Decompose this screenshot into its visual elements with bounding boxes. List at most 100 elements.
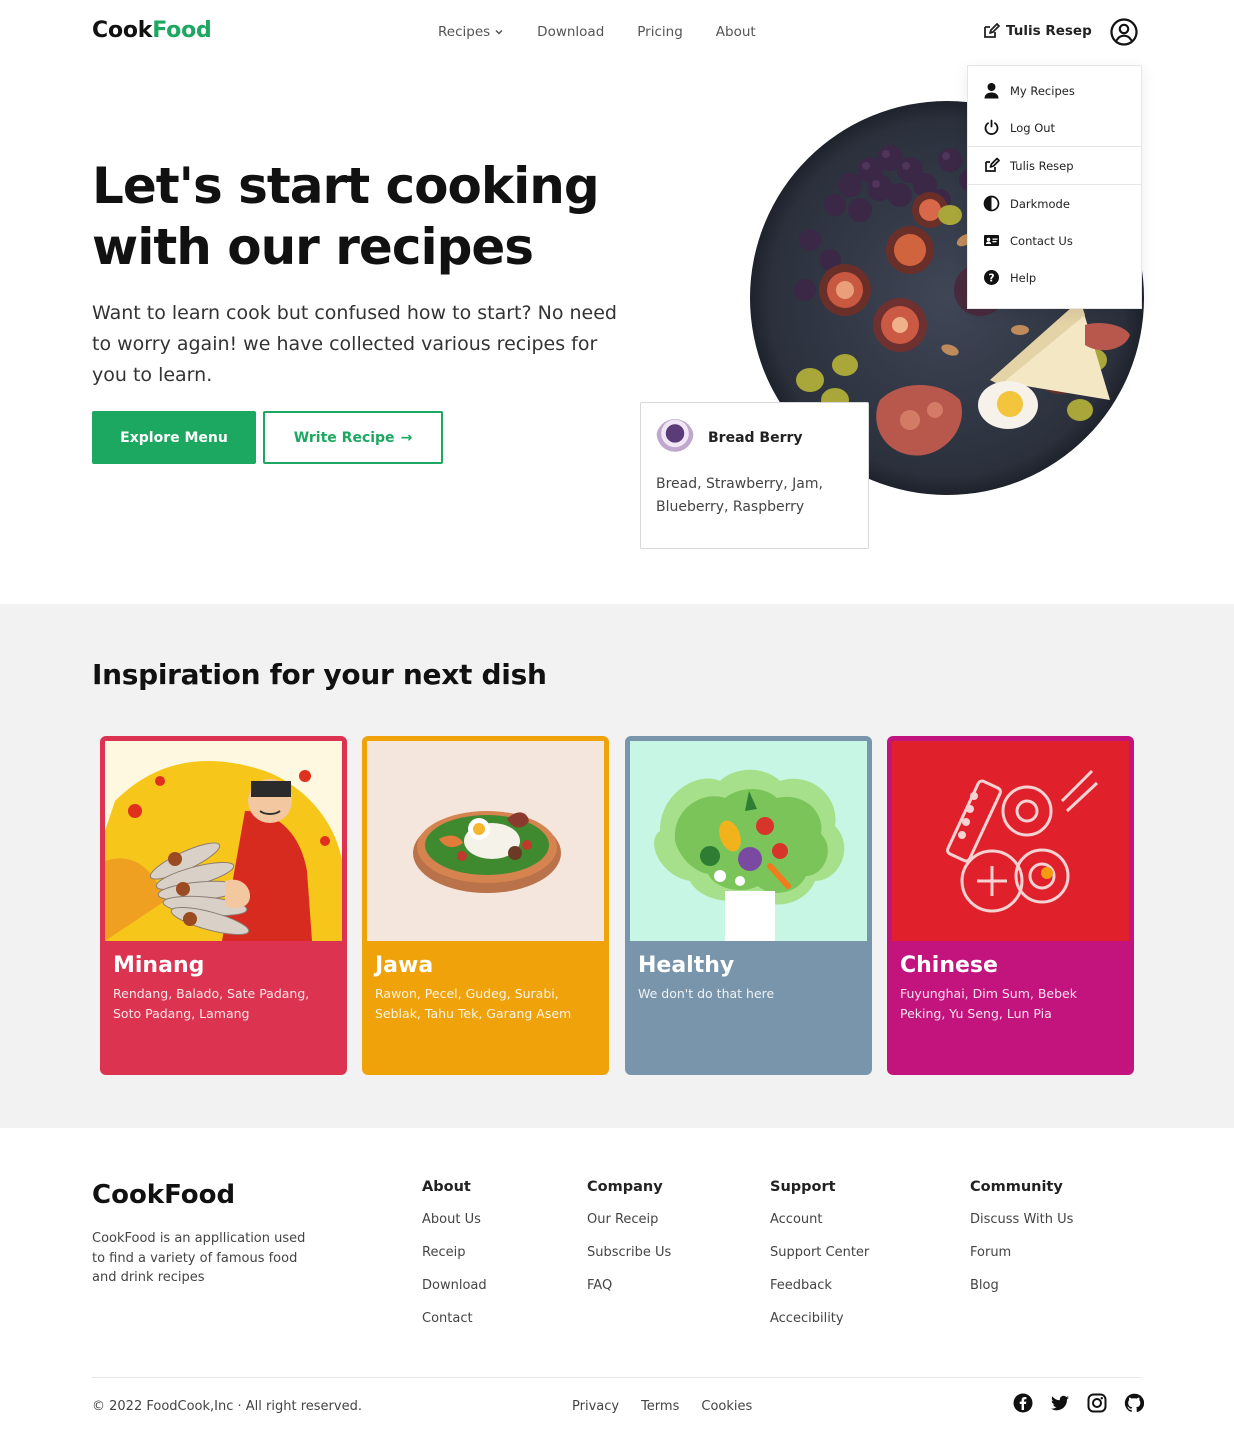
recipe-ingredients: Bread, Strawberry, Jam, Blueberry, Raspb… — [656, 476, 823, 515]
nav-link-pricing[interactable]: Pricing — [637, 24, 683, 40]
menu-item-help[interactable]: ? Help — [968, 259, 1141, 296]
nav-link-download[interactable]: Download — [537, 24, 604, 40]
contact-card-icon — [984, 235, 999, 246]
category-name: Minang — [113, 953, 205, 978]
logo-part-cook: Cook — [92, 18, 153, 43]
twitter-icon[interactable] — [1050, 1393, 1070, 1413]
chevron-down-icon — [495, 29, 503, 35]
power-icon — [984, 119, 999, 135]
footer-link[interactable]: Support Center — [770, 1245, 869, 1261]
category-card-minang[interactable]: Minang Rendang, Balado, Sate Padang, Sot… — [100, 736, 347, 1075]
category-name: Chinese — [900, 953, 998, 978]
social-links — [1013, 1393, 1144, 1413]
footer-column-title: Support — [770, 1179, 836, 1195]
category-description: We don't do that here — [638, 986, 775, 1001]
hero-title: Let's start cooking with our recipes — [92, 156, 600, 278]
cookies-link[interactable]: Cookies — [701, 1399, 752, 1414]
menu-item-tulis-resep-label: Tulis Resep — [1010, 158, 1074, 173]
footer-link[interactable]: Accecibility — [770, 1311, 869, 1327]
menu-item-help-label: Help — [1010, 270, 1037, 285]
user-dropdown-menu: My Recipes Log Out Tulis Resep Darkmode … — [967, 65, 1142, 309]
footer-link[interactable]: Subscribe Us — [587, 1245, 671, 1261]
category-name: Healthy — [638, 953, 735, 978]
explore-menu-button[interactable]: Explore Menu — [92, 411, 256, 464]
footer-link[interactable]: About Us — [422, 1212, 487, 1228]
footer-column-community: Community Discuss With Us Forum Blog — [970, 1179, 1073, 1311]
footer-link[interactable]: Download — [422, 1278, 487, 1294]
nav-link-about[interactable]: About — [716, 24, 756, 40]
category-card-healthy[interactable]: Healthy We don't do that here — [625, 736, 872, 1075]
edit-icon — [985, 157, 1000, 172]
logo-part-food: Food — [152, 18, 212, 43]
footer-link[interactable]: FAQ — [587, 1278, 671, 1294]
menu-item-contact-us[interactable]: Contact Us — [968, 222, 1141, 259]
nav-link-recipes[interactable]: Recipes — [438, 24, 504, 40]
logo[interactable]: CookFood — [92, 18, 212, 43]
recipe-name: Bread Berry — [708, 430, 803, 446]
category-image-healthy — [630, 741, 867, 941]
write-recipe-button[interactable]: Write Recipe → — [263, 411, 443, 464]
category-image-jawa — [367, 741, 604, 941]
category-card-chinese[interactable]: Chinese Fuyunghai, Dim Sum, Bebek Peking… — [887, 736, 1134, 1075]
hero-title-line-2: with our recipes — [92, 218, 534, 276]
footer-description: CookFood is an appllication used to find… — [92, 1231, 306, 1285]
category-name: Jawa — [375, 953, 434, 978]
inspiration-section: Inspiration for your next dish Minang Re… — [0, 604, 1234, 1128]
edit-icon — [984, 23, 1000, 38]
inspiration-title: Inspiration for your next dish — [92, 658, 547, 691]
footer-column-title: Community — [970, 1179, 1063, 1195]
footer-link[interactable]: Contact — [422, 1311, 487, 1327]
category-description: Rendang, Balado, Sate Padang, Soto Padan… — [113, 986, 310, 1021]
footer-link[interactable]: Blog — [970, 1278, 1073, 1294]
footer-logo[interactable]: CookFood — [92, 1180, 235, 1210]
category-image-minang — [105, 741, 342, 941]
arrow-right-icon: → — [400, 429, 413, 446]
nav-link-recipes-label: Recipes — [438, 24, 491, 40]
category-card-jawa[interactable]: Jawa Rawon, Pecel, Gudeg, Surabi, Seblak… — [362, 736, 609, 1075]
user-icon — [984, 83, 999, 99]
category-description: Rawon, Pecel, Gudeg, Surabi, Seblak, Tah… — [375, 986, 572, 1021]
footer-link[interactable]: Our Receip — [587, 1212, 671, 1228]
menu-item-tulis-resep[interactable]: Tulis Resep — [968, 147, 1141, 184]
category-image-chinese — [892, 741, 1129, 941]
footer-link[interactable]: Discuss With Us — [970, 1212, 1073, 1228]
top-navbar: CookFood Recipes Download Pricing About … — [0, 0, 1234, 64]
hero-title-line-1: Let's start cooking — [92, 157, 600, 215]
footer-link[interactable]: Forum — [970, 1245, 1073, 1261]
user-menu-button[interactable] — [1110, 18, 1138, 46]
footer-link[interactable]: Receip — [422, 1245, 487, 1261]
write-recipe-nav-link[interactable]: Tulis Resep — [982, 22, 1092, 40]
recipe-thumbnail — [656, 419, 694, 457]
menu-item-log-out[interactable]: Log Out — [968, 109, 1141, 146]
footer-column-title: Company — [587, 1179, 663, 1195]
question-circle-icon: ? — [984, 270, 999, 285]
footer-divider — [92, 1377, 1142, 1378]
footer-column-company: Company Our Receip Subscribe Us FAQ — [587, 1179, 671, 1311]
write-recipe-nav-label: Tulis Resep — [1006, 23, 1092, 39]
svg-text:?: ? — [988, 272, 994, 284]
copyright-text: © 2022 FoodCook,Inc · All right reserved… — [92, 1399, 362, 1414]
featured-recipe-card[interactable]: Bread Berry Bread, Strawberry, Jam, Blue… — [640, 402, 869, 549]
footer-column-support: Support Account Support Center Feedback … — [770, 1179, 869, 1344]
instagram-icon[interactable] — [1087, 1393, 1107, 1413]
legal-links: Privacy Terms Cookies — [572, 1399, 752, 1414]
recipe-card-header: Bread Berry — [656, 419, 803, 457]
footer-link[interactable]: Feedback — [770, 1278, 869, 1294]
menu-item-darkmode-label: Darkmode — [1010, 196, 1070, 211]
terms-link[interactable]: Terms — [641, 1399, 679, 1414]
facebook-icon[interactable] — [1013, 1393, 1033, 1413]
menu-item-darkmode[interactable]: Darkmode — [968, 185, 1141, 222]
menu-item-my-recipes[interactable]: My Recipes — [968, 72, 1141, 109]
contrast-icon — [983, 195, 1000, 212]
footer-column-about: About About Us Receip Download Contact — [422, 1179, 487, 1344]
footer-column-title: About — [422, 1179, 471, 1195]
user-circle-icon — [1110, 18, 1138, 46]
menu-item-my-recipes-label: My Recipes — [1010, 83, 1075, 98]
category-description: Fuyunghai, Dim Sum, Bebek Peking, Yu Sen… — [900, 986, 1077, 1021]
footer-link[interactable]: Account — [770, 1212, 869, 1228]
menu-item-log-out-label: Log Out — [1010, 120, 1056, 135]
main-menu: Recipes Download Pricing About — [438, 24, 756, 40]
menu-item-contact-us-label: Contact Us — [1010, 233, 1073, 248]
privacy-link[interactable]: Privacy — [572, 1399, 619, 1414]
github-icon[interactable] — [1124, 1393, 1144, 1413]
